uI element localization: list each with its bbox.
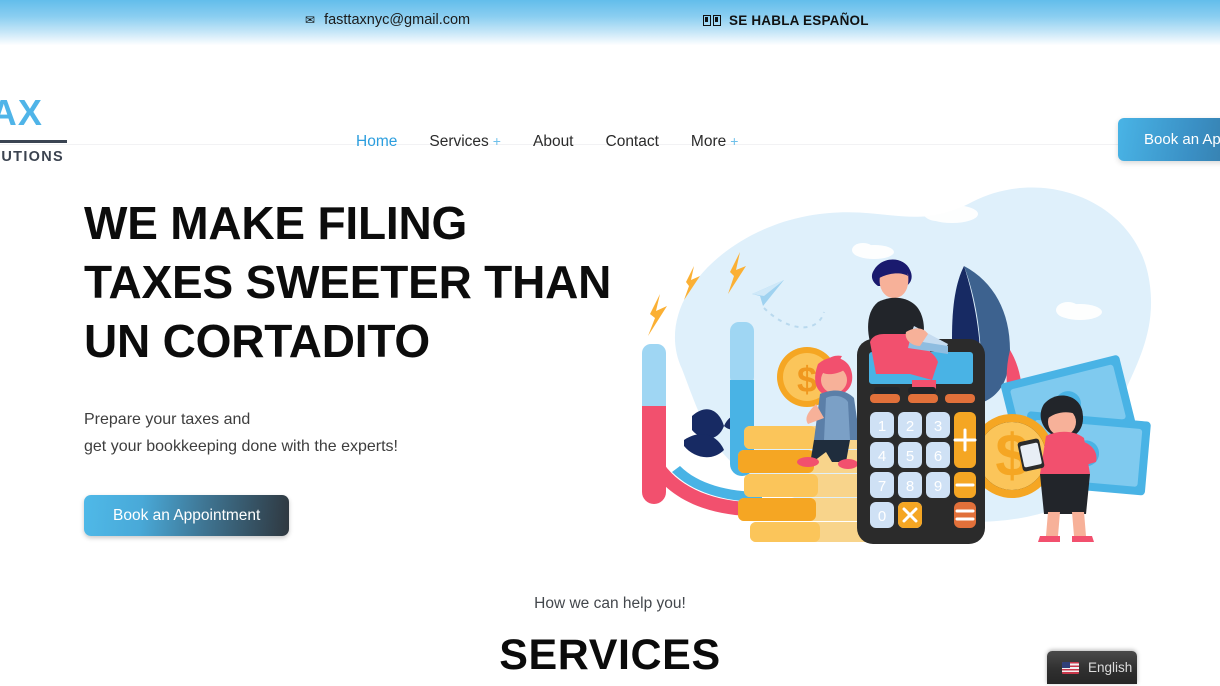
envelope-icon: ✉ bbox=[305, 13, 316, 27]
svg-text:6: 6 bbox=[934, 448, 942, 465]
plus-icon-services: + bbox=[492, 133, 501, 149]
hero-subtitle-line-2: get your bookkeeping done with the exper… bbox=[84, 437, 398, 455]
missing-glyph-icon-2 bbox=[713, 15, 721, 26]
hero-book-appointment-button[interactable]: Book an Appointment bbox=[84, 495, 290, 536]
bar-2-top bbox=[730, 322, 754, 386]
logo-divider bbox=[0, 140, 67, 143]
hero-section: WE MAKE FILING TAXES SWEETER THAN UN COR… bbox=[0, 146, 1220, 564]
hero-subtitle: Prepare your taxes and get your bookkeep… bbox=[84, 407, 624, 460]
us-flag-icon bbox=[1062, 661, 1079, 674]
site-header: TTAX NG SOLUTIONS Home Services+ About C… bbox=[0, 45, 1220, 165]
bar-1-top bbox=[642, 344, 666, 416]
language-label: English bbox=[1088, 660, 1133, 675]
svg-text:3: 3 bbox=[934, 418, 942, 435]
header-book-appointment-button[interactable]: Book an App bbox=[1118, 118, 1220, 161]
hero-title-line-2: TAXES SWEETER THAN bbox=[84, 256, 612, 308]
nav-label-home: Home bbox=[356, 133, 398, 150]
services-eyebrow: How we can help you! bbox=[534, 595, 686, 612]
hero-title-line-1: WE MAKE FILING bbox=[84, 197, 468, 249]
logo-subtitle: NG SOLUTIONS bbox=[0, 148, 64, 165]
logo-wordmark: TTAX bbox=[0, 95, 148, 131]
email-info[interactable]: ✉ fasttaxnyc@gmail.com bbox=[305, 12, 470, 28]
nav-item-services[interactable]: Services + bbox=[413, 127, 517, 157]
svg-text:2: 2 bbox=[906, 418, 914, 435]
logo-text-accent: TAX bbox=[0, 92, 44, 133]
nav-label-more: More bbox=[690, 133, 727, 150]
nav-item-contact[interactable]: Contact bbox=[590, 127, 675, 157]
nav-item-more[interactable]: More + bbox=[675, 127, 755, 157]
site-logo[interactable]: TTAX NG SOLUTIONS bbox=[0, 95, 148, 165]
top-info-bar: 5756 ✉ fasttaxnyc@gmail.com SE HABLA ESP… bbox=[0, 0, 1220, 45]
svg-text:9: 9 bbox=[934, 478, 942, 495]
nav-label-about: About bbox=[532, 133, 574, 150]
svg-text:4: 4 bbox=[878, 448, 886, 465]
bar-1-bottom bbox=[642, 406, 666, 504]
nav-item-home[interactable]: Home bbox=[340, 127, 413, 157]
nav-label-services: Services bbox=[429, 133, 489, 150]
svg-text:5: 5 bbox=[906, 448, 914, 465]
svg-text:1: 1 bbox=[878, 418, 886, 435]
spanish-notice-label: SE HABLA ESPAÑOL bbox=[729, 13, 869, 28]
services-section: How we can help you! SERVICES bbox=[0, 564, 1220, 686]
flag-canton bbox=[1062, 661, 1070, 668]
svg-text:$: $ bbox=[797, 359, 817, 400]
email-address: fasttaxnyc@gmail.com bbox=[324, 12, 471, 28]
tax-calculator-illustration: $ $ 1 2 3 4 5 6 7 8 9 0 bbox=[612, 154, 1172, 554]
svg-text:7: 7 bbox=[878, 478, 886, 495]
services-title: SERVICES bbox=[499, 631, 721, 679]
hero-title-line-3: UN CORTADITO bbox=[84, 315, 430, 367]
svg-text:0: 0 bbox=[878, 508, 886, 525]
hero-copy: WE MAKE FILING TAXES SWEETER THAN UN COR… bbox=[84, 194, 624, 536]
page-root: 5756 ✉ fasttaxnyc@gmail.com SE HABLA ESP… bbox=[0, 0, 1220, 686]
hero-title: WE MAKE FILING TAXES SWEETER THAN UN COR… bbox=[84, 194, 624, 371]
illustration-svg: $ $ 1 2 3 4 5 6 7 8 9 0 bbox=[642, 187, 1152, 544]
spanish-notice: SE HABLA ESPAÑOL bbox=[703, 13, 869, 28]
svg-text:8: 8 bbox=[906, 478, 914, 495]
hero-subtitle-line-1: Prepare your taxes and bbox=[84, 411, 251, 428]
nav-label-contact: Contact bbox=[605, 133, 659, 150]
main-navigation: Home Services + About Contact More + bbox=[340, 127, 754, 157]
language-switcher[interactable]: English bbox=[1047, 651, 1137, 684]
missing-glyph-icon bbox=[703, 15, 711, 26]
nav-item-about[interactable]: About bbox=[517, 127, 590, 157]
plus-icon-more: + bbox=[730, 133, 739, 149]
